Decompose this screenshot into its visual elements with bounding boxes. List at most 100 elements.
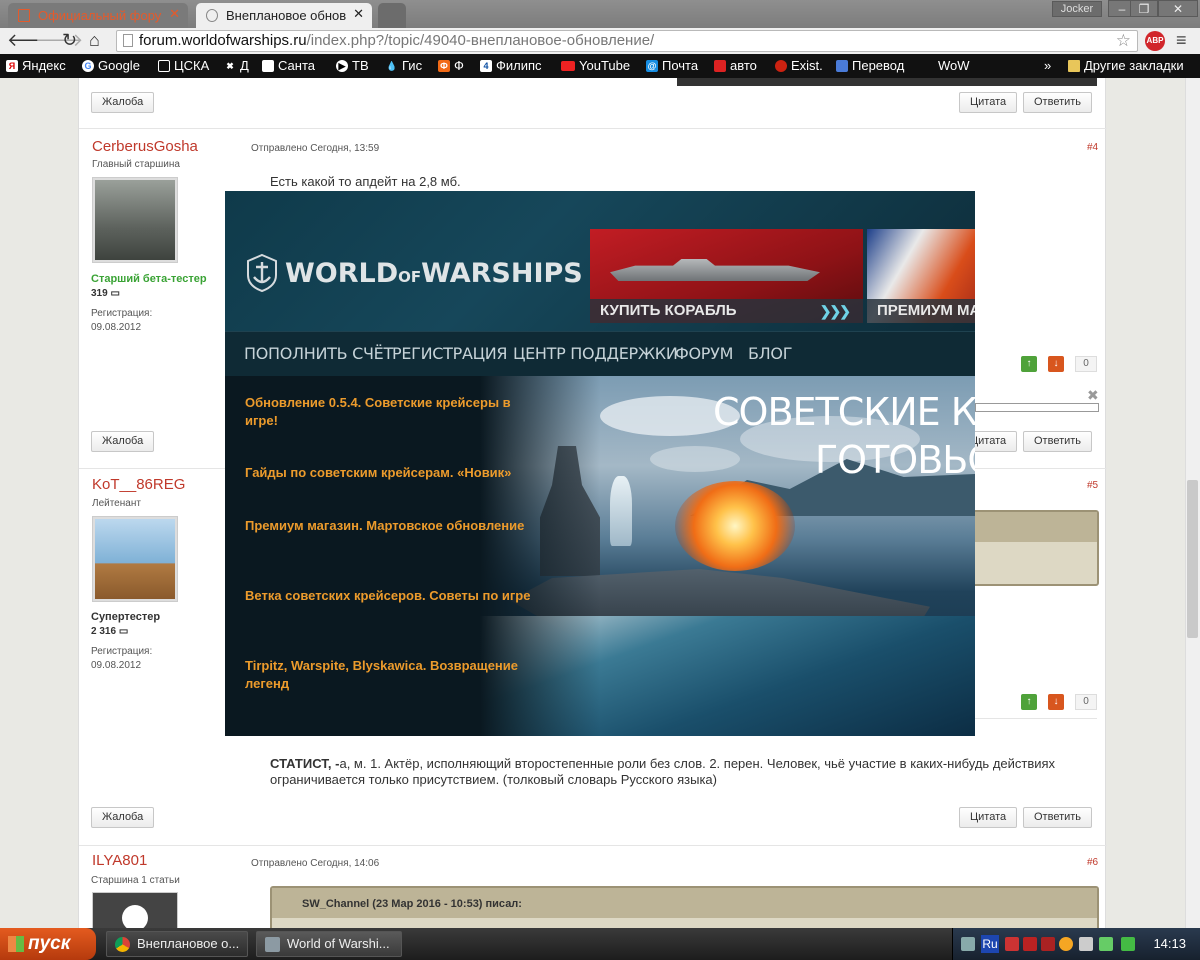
close-icon[interactable]: ✖ [1087,387,1099,404]
bookmark-d[interactable]: ✖ Д [224,58,249,73]
menu-icon[interactable]: ≡ [1176,30,1187,51]
post-number[interactable]: #5 [1087,480,1098,491]
tab-official-forum[interactable]: Официальный фору ✕ [8,3,188,28]
bookmark-f[interactable]: ФФ [438,58,464,73]
antivirus-icon[interactable] [1099,937,1113,951]
close-icon[interactable]: ✕ [169,6,180,22]
nav-top-up[interactable]: ПОПОЛНИТЬ СЧЁТ [244,344,393,363]
volume-icon[interactable] [1079,937,1093,951]
comment-icon: ▭ [118,626,129,637]
popup-body: СОВЕТСКИЕ КР ГОТОВЬС Обновление 0.5.4. С… [225,376,975,736]
bookmark-other[interactable]: Другие закладки [1068,58,1184,73]
task-wows[interactable]: World of Warshi... [256,931,402,957]
profile-badge[interactable]: Jocker [1052,1,1102,17]
headline-line-1: СОВЕТСКИЕ КР [713,390,975,434]
network-icon[interactable] [961,937,975,951]
news-link[interactable]: Гайды по советским крейсерам. «Новик» [245,464,540,482]
bookmark-tv[interactable]: ▶ ТВ [336,58,369,73]
browser-toolbar: 🡐 🡒 ↻ ⌂ forum.worldofwarships.ru/index.p… [0,28,1200,54]
wows-popup[interactable]: WORLDOFWARSHIPS КУПИТЬ КОРАБЛЬ ❯❯❯ ПРЕМИУ… [225,191,975,736]
signature-text: СТАТИСТ, -а, м. 1. Актёр, исполняющий вт… [270,756,1056,787]
close-window-icon[interactable]: ✕ [1158,0,1198,17]
post-author[interactable]: ILYA801 [92,852,147,869]
auto-icon [714,59,726,72]
new-tab-button[interactable] [378,3,406,28]
reply-button[interactable]: Ответить [1023,807,1093,828]
arrows-icon: ❯❯❯ [819,303,851,319]
bookmark-philips[interactable]: 4 Филипс [480,58,542,73]
app-icon[interactable] [1041,937,1055,951]
avatar[interactable] [92,177,178,263]
buy-ship-banner[interactable]: КУПИТЬ КОРАБЛЬ ❯❯❯ [590,229,863,323]
wows-icon [265,937,280,952]
post-divider [79,128,1107,129]
post-number[interactable]: #6 [1087,857,1098,868]
user-rank: Супертестер [91,611,161,623]
post-author[interactable]: KoT__86REG [92,476,185,493]
vote-up-icon[interactable]: ↑ [1021,356,1037,372]
bookmark-youtube[interactable]: YouTube [561,58,630,73]
bookmark-yandex[interactable]: Я Яндекс [6,58,66,73]
clock[interactable]: 14:13 [1153,936,1186,951]
bookmark-santa[interactable]: Санта [262,58,315,73]
app-icon[interactable] [1023,937,1037,951]
page-icon [922,60,934,72]
nvidia-icon[interactable] [1121,937,1135,951]
post-author[interactable]: CerberusGosha [92,138,198,155]
address-bar[interactable]: forum.worldofwarships.ru/index.php?/topi… [116,30,1138,52]
anchor-icon [247,253,277,293]
language-indicator[interactable]: Ru [981,935,999,953]
bookmark-exist[interactable]: Exist. [775,58,823,73]
chevron-more-icon[interactable]: » [1044,58,1051,73]
avatar[interactable] [92,516,178,602]
nav-blog[interactable]: БЛОГ [748,344,792,363]
news-link[interactable]: Tirpitz, Warspite, Blyskawica. Возвращен… [245,657,540,693]
nav-support[interactable]: ЦЕНТР ПОДДЕРЖКИ [513,344,678,363]
tab-unplanned-update[interactable]: Внеплановое обнов ✕ [196,3,372,28]
complaint-button[interactable]: Жалоба [91,807,155,828]
reload-icon[interactable]: ↻ [62,30,77,50]
adblock-icon[interactable]: ABP [1145,31,1165,51]
signal-icon[interactable] [1005,937,1019,951]
reply-button[interactable]: Ответить [1023,92,1093,113]
vote-down-icon[interactable]: ↓ [1048,694,1064,710]
ship-image [610,259,820,281]
complaint-button[interactable]: Жалоба [91,92,155,113]
scrollbar-thumb[interactable] [1187,480,1198,638]
post-meta: Отправлено Сегодня, 13:59 [251,143,380,154]
vote-down-icon[interactable]: ↓ [1048,356,1064,372]
premium-banner[interactable]: ПРЕМИУМ МА [867,229,975,323]
complaint-button[interactable]: Жалоба [91,431,155,452]
bookmark-cska[interactable]: ЦСКА [158,58,209,73]
quote-block: SW_Channel (23 Мар 2016 - 10:53) писал: [270,886,1099,928]
reply-button[interactable]: Ответить [1023,431,1093,452]
update-icon[interactable] [1059,937,1073,951]
close-icon[interactable]: ✕ [353,6,364,22]
bookmark-gis[interactable]: 💧 Гис [386,58,422,73]
bookmark-auto[interactable]: авто [714,58,757,73]
news-link[interactable]: Обновление 0.5.4. Советские крейсеры в и… [245,394,540,430]
vote-up-icon[interactable]: ↑ [1021,694,1037,710]
windows-taskbar: пуск Внеплановое о... World of Warshi...… [0,928,1200,960]
task-chrome[interactable]: Внеплановое о... [106,931,248,957]
post-number[interactable]: #4 [1087,142,1098,153]
bookmark-translate[interactable]: Перевод [836,58,904,73]
quote-button[interactable]: Цитата [959,807,1018,828]
start-button[interactable]: пуск [0,928,96,960]
cross-icon: ✖ [226,60,234,71]
quote-header: SW_Channel (23 Мар 2016 - 10:53) писал: [272,888,1097,918]
avatar[interactable] [92,892,178,928]
news-link[interactable]: Премиум магазин. Мартовское обновление [245,517,540,535]
vote-count: 0 [1075,694,1097,710]
bookmark-mail[interactable]: @ Почта [646,58,698,73]
home-icon[interactable]: ⌂ [89,30,100,50]
nav-forum[interactable]: ФОРУМ [675,344,733,363]
quote-button[interactable]: Цитата [959,92,1018,113]
restore-icon[interactable]: ❐ [1130,0,1158,17]
bookmark-google[interactable]: G Google [82,58,140,73]
bookmark-wow[interactable]: WoW [922,58,970,73]
news-link[interactable]: Ветка советских крейсеров. Советы по игр… [245,587,540,605]
nav-register[interactable]: РЕГИСТРАЦИЯ [392,344,508,363]
bookmark-star-icon[interactable]: ☆ [1116,31,1131,51]
wows-logo[interactable]: WORLDOFWARSHIPS [245,253,583,293]
